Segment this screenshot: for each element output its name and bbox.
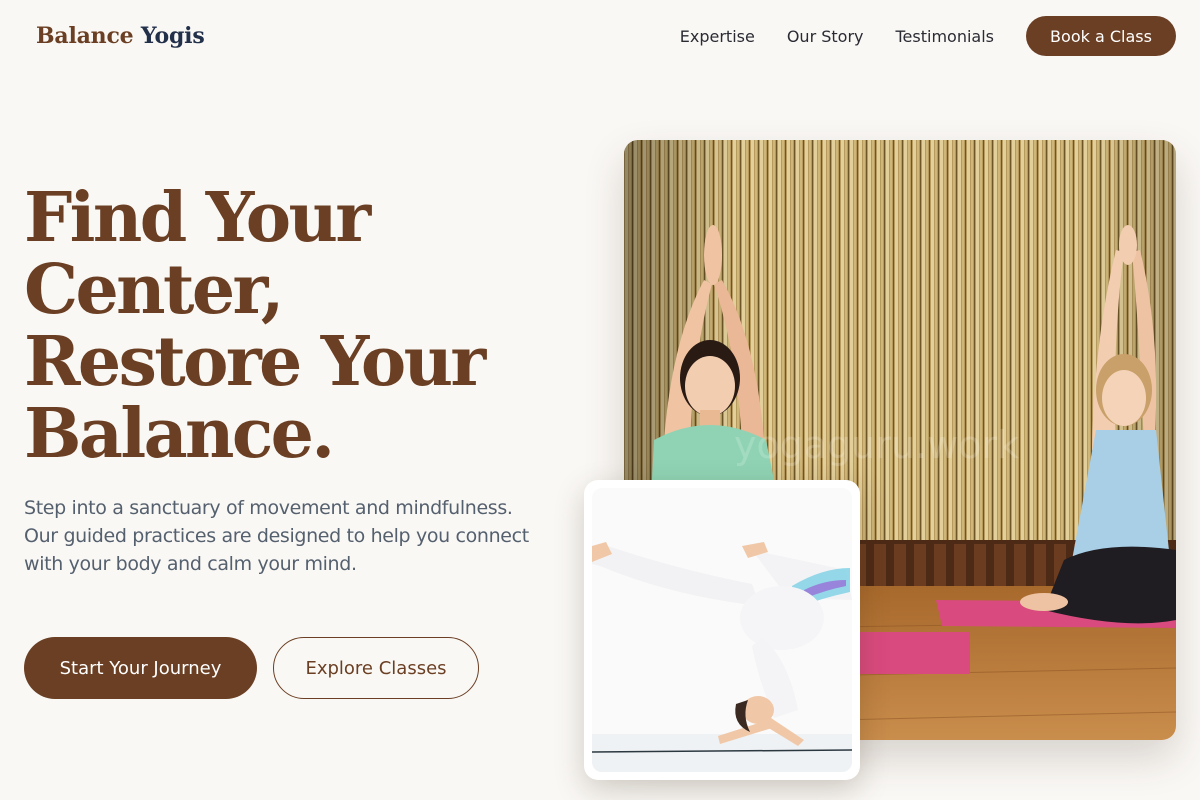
nav-link-expertise[interactable]: Expertise bbox=[680, 27, 755, 46]
main-nav: Expertise Our Story Testimonials Book a … bbox=[680, 16, 1176, 56]
book-class-button[interactable]: Book a Class bbox=[1026, 16, 1176, 56]
headstand-pose-photo bbox=[592, 488, 852, 772]
hero-headline-line: Balance. bbox=[24, 394, 335, 474]
brand-name-part2: Yogis bbox=[140, 23, 205, 49]
nav-link-our-story[interactable]: Our Story bbox=[787, 27, 864, 46]
nav-link-testimonials[interactable]: Testimonials bbox=[896, 27, 995, 46]
brand-logo[interactable]: Balance Yogis bbox=[36, 22, 205, 50]
svg-text:yogaguru.work: yogaguru.work bbox=[734, 423, 1019, 467]
hero-headline-line: Find Your bbox=[24, 178, 371, 258]
brand-name-part1: Balance bbox=[36, 23, 134, 49]
hero-headline: Find Your Center, Restore Your Balance. bbox=[24, 182, 544, 470]
hero-headline-line: Restore Your bbox=[24, 322, 486, 402]
start-journey-button[interactable]: Start Your Journey bbox=[24, 637, 257, 699]
landing-page: Balance Yogis Expertise Our Story Testim… bbox=[0, 0, 1200, 800]
hero-description: Step into a sanctuary of movement and mi… bbox=[24, 497, 529, 575]
explore-classes-button[interactable]: Explore Classes bbox=[273, 637, 479, 699]
hero-headline-line: Center, bbox=[24, 250, 284, 330]
headstand-photo-card bbox=[584, 480, 860, 780]
